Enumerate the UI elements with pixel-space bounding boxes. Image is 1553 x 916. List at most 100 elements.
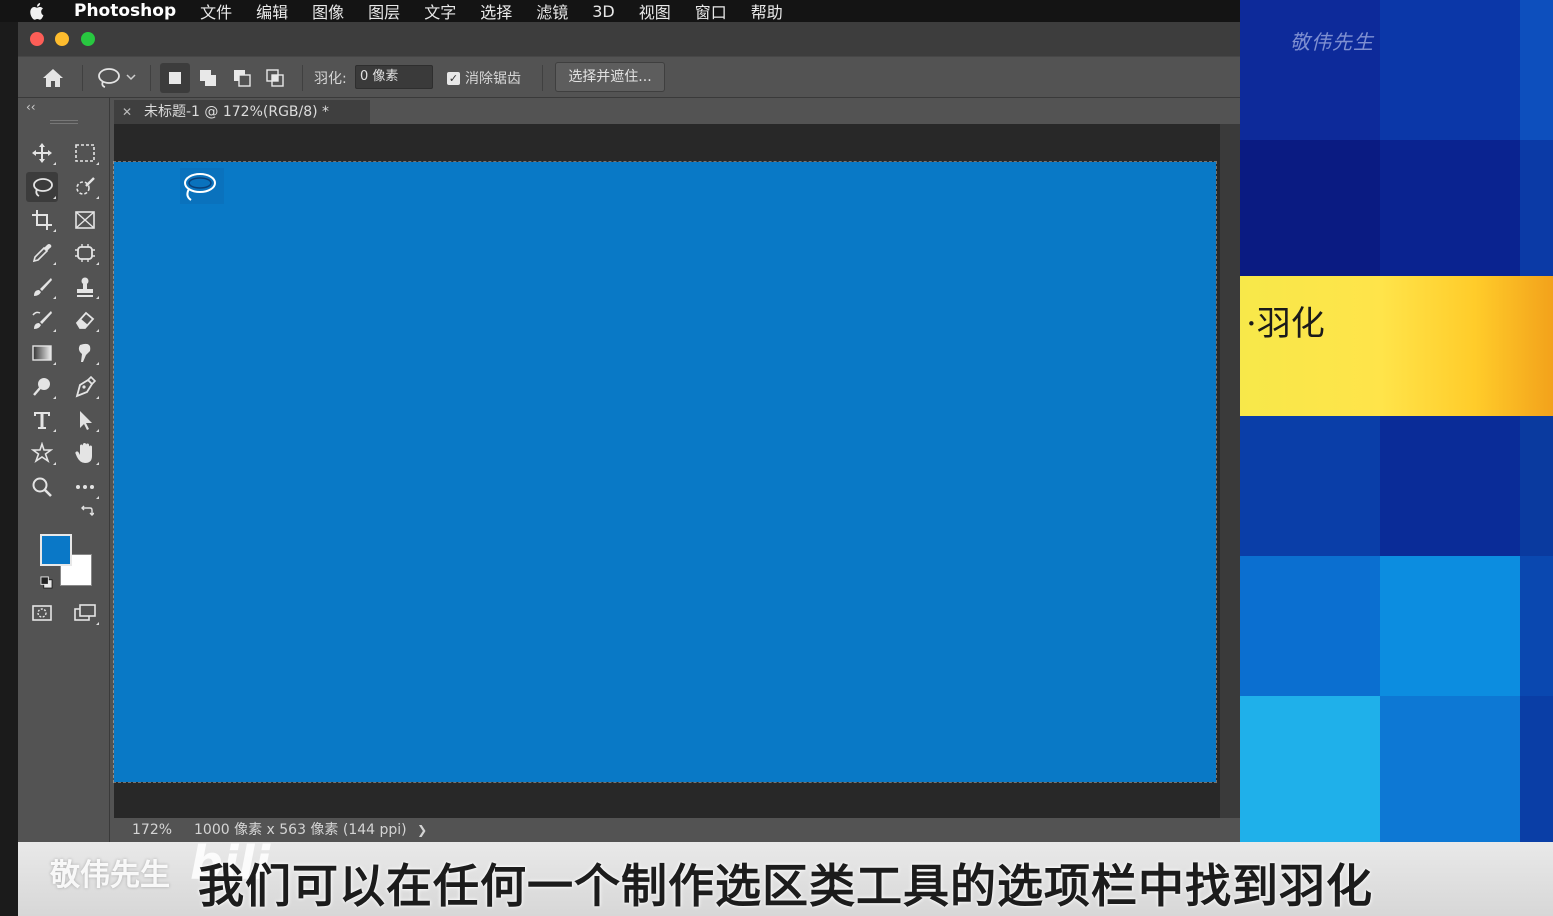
menu-help[interactable]: 帮助 (751, 0, 783, 23)
lasso-icon (98, 68, 136, 88)
video-side-panel: 敬伟先生 ·羽化 (1240, 0, 1553, 916)
topic-banner: ·羽化 (1240, 276, 1553, 416)
gradient-tool[interactable] (26, 338, 58, 368)
pen-icon (75, 376, 96, 398)
type-tool[interactable] (26, 405, 58, 435)
intersect-selection-button[interactable] (261, 57, 291, 99)
menu-bar: Photoshop 文件 编辑 图像 图层 文字 选择 滤镜 3D 视图 窗口 … (0, 0, 1240, 22)
frame-tool[interactable] (69, 205, 101, 235)
crop-icon (32, 210, 52, 230)
quick-mask-mode-button[interactable] (26, 598, 58, 628)
frame-icon (75, 211, 95, 229)
move-tool[interactable] (26, 138, 58, 168)
topic-label: ·羽化 (1246, 304, 1325, 344)
quick-mask-icon (32, 605, 52, 621)
status-bar: 172% 1000 像素 x 563 像素 (144 ppi) ❯ (114, 818, 1240, 842)
history-brush-tool[interactable] (26, 305, 58, 335)
document-workspace[interactable] (113, 124, 1220, 818)
screen-mode-icon (74, 604, 96, 621)
crop-tool[interactable] (26, 205, 58, 235)
new-selection-button[interactable] (160, 63, 190, 93)
hand-tool[interactable] (69, 438, 101, 468)
menu-3d[interactable]: 3D (592, 2, 615, 21)
lasso-icon (33, 178, 53, 197)
spot-healing-brush-tool[interactable] (69, 238, 101, 268)
rectangular-marquee-tool[interactable] (69, 138, 101, 168)
menu-window[interactable]: 窗口 (695, 0, 727, 23)
swap-colors-icon[interactable] (76, 500, 98, 522)
dodge-tool[interactable] (26, 372, 58, 402)
type-icon (34, 412, 50, 429)
zoom-icon (32, 477, 52, 497)
feather-label: 羽化: (314, 71, 347, 87)
default-colors-icon[interactable] (36, 572, 56, 592)
eraser-icon (75, 311, 95, 329)
close-window-button[interactable] (30, 32, 44, 46)
vertical-scrollbar[interactable] (1220, 124, 1240, 818)
stamp-icon (77, 277, 93, 297)
channel-watermark: 敬伟先生 (1290, 30, 1374, 54)
add-to-selection-button[interactable] (194, 57, 224, 99)
photoshop-window: 羽化: 0 像素 ✓ 消除锯齿 选择并遮住... ‹‹ ✕ 未标题-1 @ 17… (18, 22, 1240, 842)
custom-shape-tool[interactable] (26, 438, 58, 468)
menu-image[interactable]: 图像 (312, 0, 344, 23)
hand-icon (75, 443, 92, 463)
select-and-mask-button[interactable]: 选择并遮住... (555, 62, 665, 92)
app-menu-photoshop[interactable]: Photoshop (74, 1, 176, 21)
menu-file[interactable]: 文件 (200, 0, 232, 23)
menu-edit[interactable]: 编辑 (256, 0, 288, 23)
healing-brush-icon (75, 244, 95, 262)
arrow-pointer-icon (80, 411, 92, 430)
pen-tool[interactable] (69, 372, 101, 402)
lasso-tool[interactable] (26, 172, 58, 202)
lasso-tool-preset-picker[interactable] (92, 57, 140, 99)
edit-toolbar-button[interactable] (69, 472, 101, 502)
quick-selection-icon (76, 177, 95, 195)
zoom-window-button[interactable] (81, 32, 95, 46)
subtitle-strip: 敬伟先生 bili 我们可以在任何一个制作选区类工具的选项栏中找到羽化 (18, 836, 1553, 916)
zoom-tool[interactable] (26, 472, 58, 502)
menu-view[interactable]: 视图 (639, 0, 671, 23)
gradient-icon (32, 345, 52, 361)
subtract-from-selection-button[interactable] (228, 57, 258, 99)
smudge-icon (78, 343, 91, 362)
shape-icon (31, 442, 53, 464)
more-icon (76, 485, 94, 489)
collapse-panel-icon[interactable]: ‹‹ (26, 100, 36, 114)
chevron-down-icon (126, 74, 136, 81)
window-title-bar (18, 22, 1240, 56)
menu-select[interactable]: 选择 (480, 0, 512, 23)
menu-filter[interactable]: 滤镜 (536, 0, 568, 23)
history-brush-icon (32, 311, 52, 329)
feather-input[interactable]: 0 像素 (355, 65, 433, 89)
apple-icon[interactable] (0, 0, 74, 22)
close-document-icon[interactable]: ✕ (122, 100, 132, 124)
panel-grip[interactable] (50, 120, 78, 124)
menu-type[interactable]: 文字 (424, 0, 456, 23)
brush-tool[interactable] (26, 272, 58, 302)
zoom-level[interactable]: 172% (132, 818, 172, 842)
document-tab[interactable]: ✕ 未标题-1 @ 172%(RGB/8) * (114, 100, 370, 124)
subtitle-text: 我们可以在任何一个制作选区类工具的选项栏中找到羽化 (198, 859, 1373, 913)
minimize-window-button[interactable] (55, 32, 69, 46)
home-icon[interactable] (38, 57, 68, 99)
foreground-color-swatch[interactable] (40, 534, 72, 566)
quick-selection-tool[interactable] (69, 172, 101, 202)
eyedropper-icon (32, 244, 52, 263)
document-canvas[interactable] (113, 161, 1217, 783)
menu-layer[interactable]: 图层 (368, 0, 400, 23)
screen-mode-button[interactable] (69, 598, 101, 628)
blur-tool[interactable] (69, 338, 101, 368)
path-selection-tool[interactable] (69, 405, 101, 435)
eyedropper-tool[interactable] (26, 238, 58, 268)
anti-alias-checkbox[interactable]: ✓ (447, 72, 460, 85)
eraser-tool[interactable] (69, 305, 101, 335)
status-menu-chevron-icon[interactable]: ❯ (417, 823, 427, 837)
tools-panel: ‹‹ (18, 98, 110, 842)
options-bar: 羽化: 0 像素 ✓ 消除锯齿 选择并遮住... (18, 56, 1240, 98)
screen: Photoshop 文件 编辑 图像 图层 文字 选择 滤镜 3D 视图 窗口 … (0, 0, 1553, 916)
move-icon (32, 143, 52, 163)
clone-stamp-tool[interactable] (69, 272, 101, 302)
lasso-cursor-icon (180, 168, 224, 204)
marquee-icon (75, 144, 95, 162)
